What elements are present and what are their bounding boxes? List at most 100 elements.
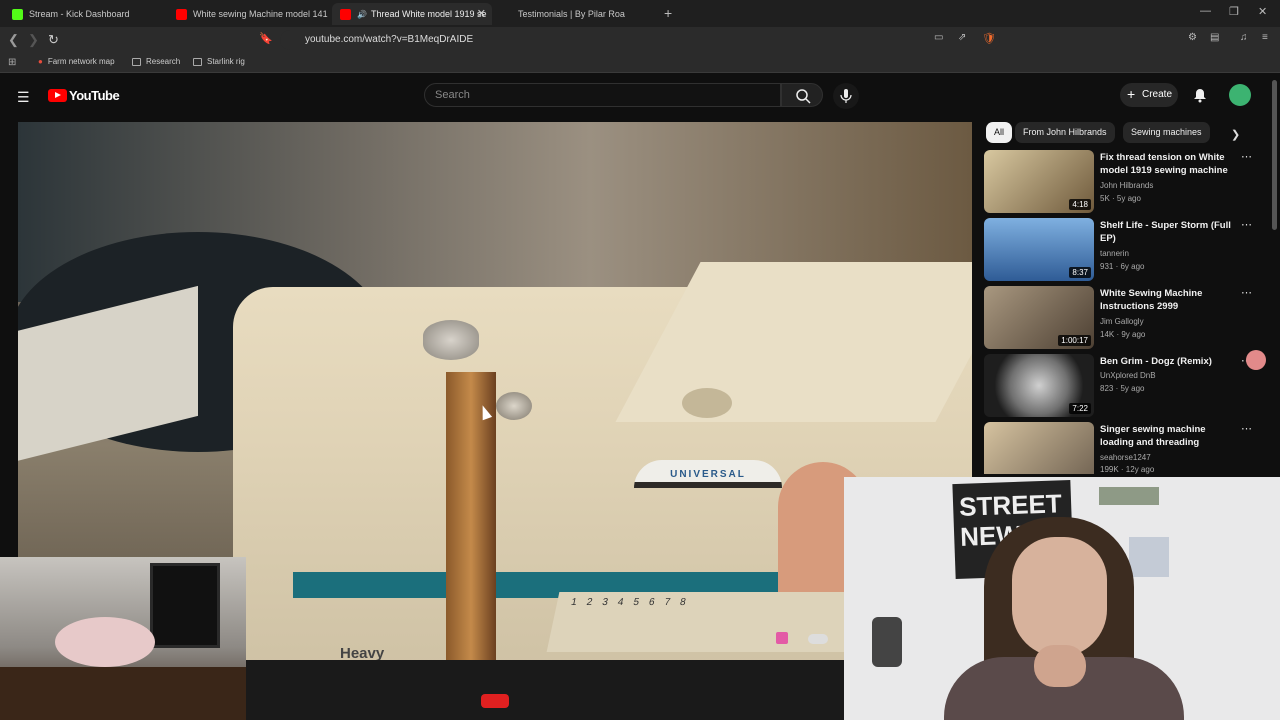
- brave-shield-icon[interactable]: 🛡: [982, 32, 996, 45]
- video-meta: 199K · 12y ago: [1100, 465, 1155, 474]
- notifications-bell-icon[interactable]: [1192, 87, 1208, 103]
- video-heavy-text: Heavy: [340, 645, 385, 660]
- extensions-icon[interactable]: ⚙: [1188, 32, 1197, 43]
- stitch-digit: 8: [678, 597, 687, 608]
- apps-grid-icon[interactable]: ⊞: [8, 57, 16, 68]
- tab-kick-dashboard[interactable]: Stream - Kick Dashboard: [4, 3, 166, 25]
- search-input[interactable]: Search: [424, 83, 781, 107]
- autoplay-toggle[interactable]: [808, 634, 828, 644]
- live-indicator[interactable]: [481, 694, 509, 708]
- channel-name[interactable]: John Hilbrands: [1100, 181, 1153, 190]
- video-thumbnail[interactable]: 7:22: [984, 354, 1094, 417]
- channel-name[interactable]: tannerin: [1100, 249, 1129, 258]
- pip-room-camera: [0, 557, 246, 720]
- duration-badge: 4:18: [1069, 199, 1091, 210]
- video-thumbnail[interactable]: 4:18: [984, 150, 1094, 213]
- video-title[interactable]: White Sewing Machine Instructions 2999: [1100, 287, 1235, 313]
- video-thumbnail[interactable]: [984, 422, 1094, 474]
- chevron-right-icon[interactable]: ❯: [1231, 128, 1240, 141]
- tab-label: Stream - Kick Dashboard: [29, 9, 130, 19]
- address-bar-row: ❮ ❯ ↻ 🔖 youtube.com/watch?v=B1MeqDrAIDE …: [0, 27, 1280, 53]
- youtube-play-icon: [48, 89, 67, 102]
- reaction-icon[interactable]: [1246, 350, 1266, 370]
- bookmark-farm-network-map[interactable]: ● Farm network map: [38, 57, 115, 66]
- url-field[interactable]: youtube.com/watch?v=B1MeqDrAIDE: [280, 30, 1000, 50]
- sidebar-icon[interactable]: ▤: [1210, 32, 1219, 43]
- search-placeholder: Search: [435, 89, 470, 101]
- webcam-overlay: STREET NEW: [844, 477, 1280, 720]
- bookmark-research[interactable]: Research: [132, 57, 180, 66]
- list-item[interactable]: 1:00:17 White Sewing Machine Instruction…: [983, 286, 1280, 350]
- create-label: Create: [1142, 89, 1173, 100]
- reload-icon[interactable]: ↻: [48, 32, 59, 48]
- wall-sticker: [1099, 487, 1159, 505]
- video-title[interactable]: Singer sewing machine loading and thread…: [1100, 423, 1235, 449]
- channel-name[interactable]: Jim Gallogly: [1100, 317, 1144, 326]
- duration-badge: 8:37: [1069, 267, 1091, 278]
- stitch-digit: 7: [663, 597, 672, 608]
- search-icon: [796, 89, 811, 104]
- list-item[interactable]: 4:18 Fix thread tension on White model 1…: [983, 150, 1280, 214]
- player-controls: [245, 660, 845, 720]
- browser-tab-bar: Stream - Kick Dashboard White sewing Mac…: [0, 0, 1280, 27]
- desk-object: [872, 617, 902, 667]
- youtube-logo[interactable]: YouTube: [48, 88, 120, 103]
- video-title[interactable]: Ben Grim - Dogz (Remix): [1100, 355, 1235, 368]
- share-icon[interactable]: ⇗: [958, 32, 966, 43]
- miniplayer-icon[interactable]: [776, 632, 788, 644]
- chip-all[interactable]: All: [986, 122, 1013, 143]
- list-item[interactable]: Singer sewing machine loading and thread…: [983, 422, 1280, 474]
- tab-testimonials[interactable]: Testimonials | By Pilar Roa: [496, 3, 656, 25]
- more-options-icon[interactable]: ⋯: [1241, 150, 1252, 163]
- create-button[interactable]: + Create: [1120, 83, 1178, 107]
- cast-icon[interactable]: ▭: [934, 32, 943, 43]
- map-pin-icon: ●: [38, 57, 43, 66]
- bookmark-label: Research: [146, 57, 181, 66]
- tab-white-sewing-1418[interactable]: White sewing Machine model 1418 ·: [168, 3, 328, 25]
- stitch-digit: 1: [569, 597, 578, 608]
- media-icon[interactable]: ♫: [1240, 32, 1248, 43]
- voice-search-button[interactable]: [833, 83, 859, 109]
- video-thumbnail[interactable]: 8:37: [984, 218, 1094, 281]
- bookmarks-bar: ⊞ ● Farm network map Research Starlink r…: [0, 53, 1280, 73]
- filter-chips: All From John Hilbrands Sewing machines …: [983, 122, 1280, 144]
- plus-icon: +: [1127, 86, 1136, 102]
- chip-from-john-hilbrands[interactable]: From John Hilbrands: [1015, 122, 1115, 143]
- channel-name[interactable]: UnXplored DnB: [1100, 371, 1156, 380]
- new-tab-icon[interactable]: +: [664, 5, 672, 21]
- more-options-icon[interactable]: ⋯: [1241, 218, 1252, 231]
- more-options-icon[interactable]: ⋯: [1241, 286, 1252, 299]
- more-options-icon[interactable]: ⋯: [1241, 422, 1252, 435]
- minimize-icon[interactable]: —: [1200, 5, 1211, 17]
- video-title[interactable]: Fix thread tension on White model 1919 s…: [1100, 151, 1235, 177]
- bookmark-icon[interactable]: 🔖: [259, 32, 273, 45]
- channel-name[interactable]: seahorse1247: [1100, 453, 1151, 462]
- pip-pink-object: [55, 617, 155, 667]
- close-window-icon[interactable]: ✕: [1258, 5, 1267, 18]
- video-dial: UNIVERSAL: [634, 460, 782, 488]
- maximize-icon[interactable]: ❐: [1229, 5, 1239, 18]
- hamburger-menu-icon[interactable]: ☰: [17, 89, 30, 106]
- stitch-digit: 4: [616, 597, 625, 608]
- video-thumbnail[interactable]: 1:00:17: [984, 286, 1094, 349]
- back-icon[interactable]: ❮: [8, 32, 19, 48]
- list-item[interactable]: 7:22 Ben Grim - Dogz (Remix) UnXplored D…: [983, 354, 1280, 418]
- bookmark-starlink-rig[interactable]: Starlink rig: [193, 57, 245, 66]
- menu-icon[interactable]: ≡: [1262, 32, 1268, 43]
- forward-icon[interactable]: ❯: [28, 32, 39, 48]
- scrollbar[interactable]: [1272, 80, 1277, 230]
- stitch-digit: 5: [632, 597, 641, 608]
- close-tab-icon[interactable]: ✕: [477, 7, 486, 20]
- youtube-icon: [340, 8, 351, 20]
- pip-window: [150, 563, 220, 648]
- chip-sewing-machines[interactable]: Sewing machines: [1123, 122, 1210, 143]
- tab-thread-white-1919[interactable]: 🔊 Thread White model 1919 se ✕: [332, 3, 492, 25]
- duration-badge: 1:00:17: [1058, 335, 1091, 346]
- list-item[interactable]: 8:37 Shelf Life - Super Storm (Full EP) …: [983, 218, 1280, 282]
- pip-floor: [0, 667, 246, 720]
- avatar[interactable]: [1229, 84, 1251, 106]
- video-title[interactable]: Shelf Life - Super Storm (Full EP): [1100, 219, 1235, 245]
- person-face: [1012, 537, 1107, 657]
- video-spool: [423, 320, 479, 360]
- search-button[interactable]: [781, 83, 823, 107]
